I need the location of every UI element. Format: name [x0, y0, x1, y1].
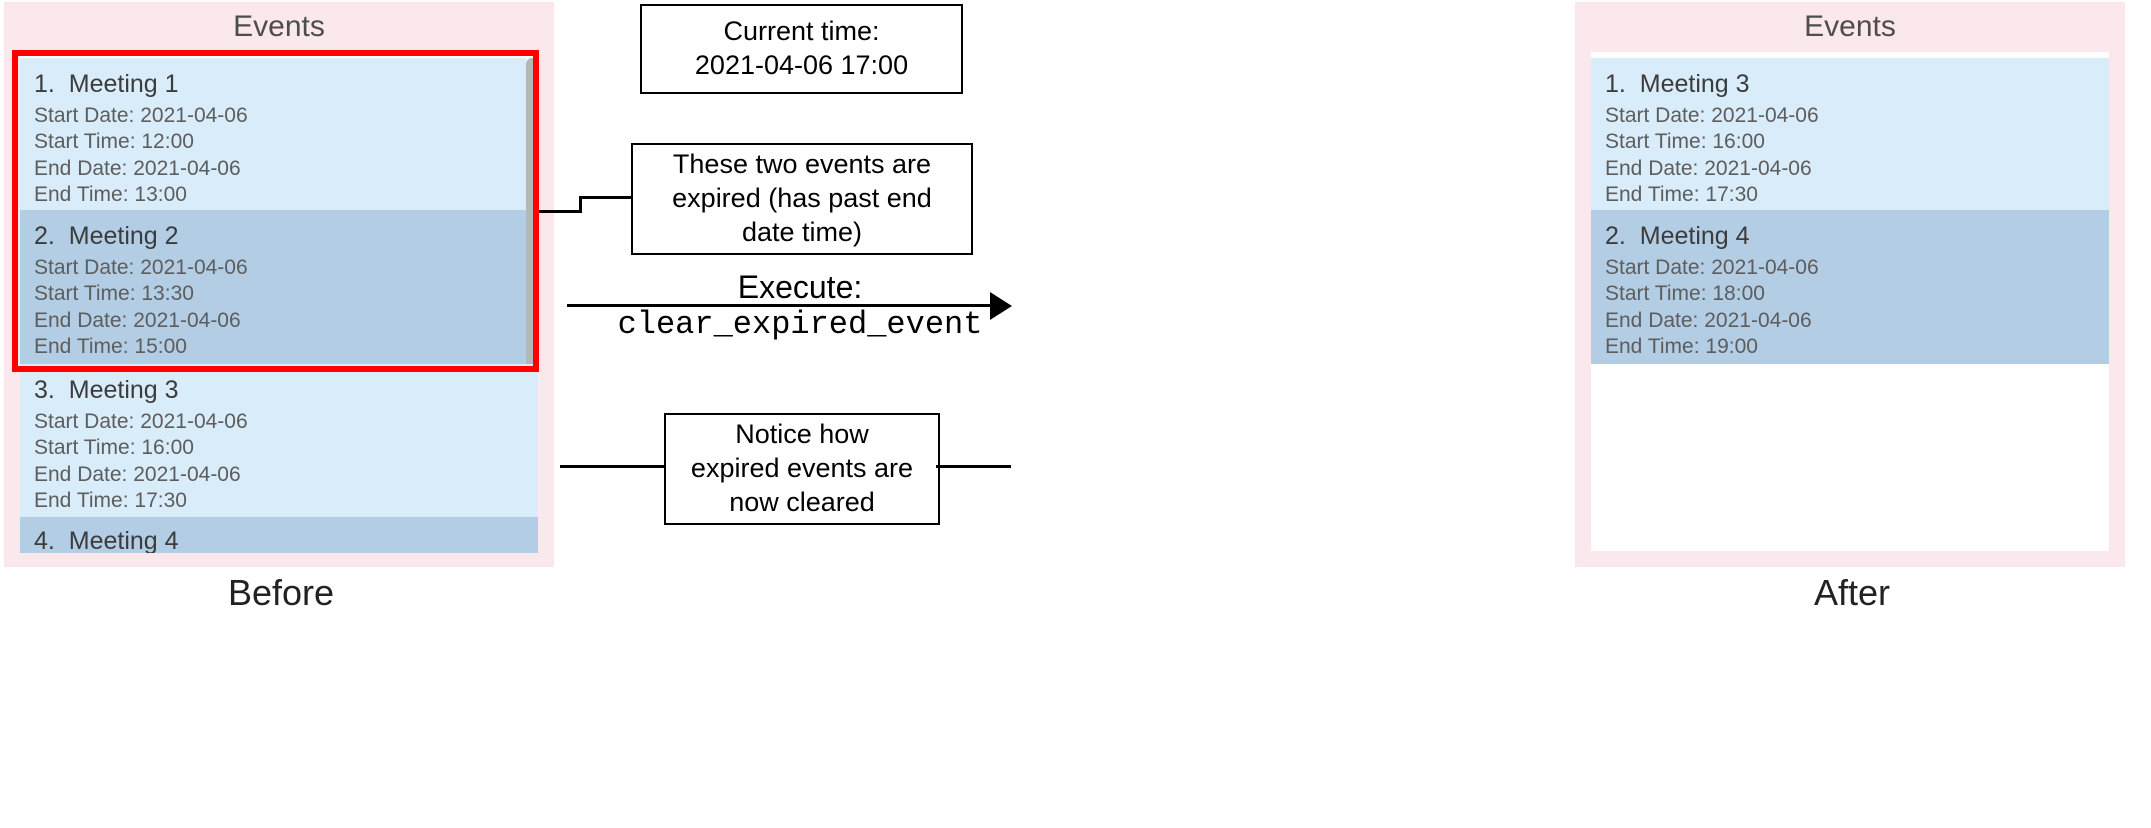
event-end-date: End Date: 2021-04-06	[34, 156, 512, 182]
event-end-date: End Date: 2021-04-06	[34, 462, 524, 488]
execute-command: clear_expired_event	[560, 306, 1040, 343]
connector-line	[579, 196, 631, 199]
current-time-value: 2021-04-06 17:00	[695, 49, 908, 83]
event-end-date: End Date: 2021-04-06	[1605, 156, 2095, 182]
event-start-time: Start Time: 13:30	[34, 281, 512, 307]
before-panel: Events 1. Meeting 1 Start Date: 2021-04-…	[4, 2, 554, 567]
event-start-date: Start Date: 2021-04-06	[34, 255, 512, 281]
event-end-time: End Time: 17:30	[34, 488, 524, 514]
before-panel-title: Events	[6, 4, 552, 50]
before-panel-body: 1. Meeting 1 Start Date: 2021-04-06 Star…	[20, 52, 538, 551]
event-start-time: Start Time: 16:00	[34, 435, 524, 461]
event-end-time: End Time: 13:00	[34, 182, 512, 208]
connector-line	[539, 210, 581, 213]
scrollbar[interactable]	[526, 58, 538, 407]
after-panel: Events 1. Meeting 3 Start Date: 2021-04-…	[1575, 2, 2125, 567]
connector-line	[560, 465, 664, 468]
event-card[interactable]: 2. Meeting 4 Start Date: 2021-04-06 Star…	[1591, 210, 2109, 364]
event-card[interactable]: 2. Meeting 2 Start Date: 2021-04-06 Star…	[20, 210, 526, 364]
event-start-time: Start Time: 12:00	[34, 129, 512, 155]
cleared-annotation-box: Notice how expired events are now cleare…	[664, 413, 940, 525]
event-title: 1. Meeting 1	[34, 70, 512, 99]
event-start-time: Start Time: 18:00	[1605, 281, 2095, 307]
event-title: 2. Meeting 4	[1605, 222, 2095, 251]
event-end-time: End Time: 19:00	[1605, 334, 2095, 360]
event-start-time: Start Time: 16:00	[1605, 129, 2095, 155]
event-start-date: Start Date: 2021-04-06	[34, 409, 524, 435]
before-caption: Before	[4, 572, 558, 614]
event-card[interactable]: 3. Meeting 3 Start Date: 2021-04-06 Star…	[20, 364, 538, 517]
connector-line	[579, 197, 582, 213]
event-title: 1. Meeting 3	[1605, 70, 2095, 99]
event-card[interactable]: 1. Meeting 3 Start Date: 2021-04-06 Star…	[1591, 58, 2109, 210]
event-end-time: End Time: 15:00	[34, 334, 512, 360]
execute-label: Execute:	[560, 269, 1040, 306]
current-time-label: Current time:	[723, 15, 879, 49]
expired-annotation-box: These two events are expired (has past e…	[631, 143, 973, 255]
after-caption: After	[1575, 572, 2129, 614]
event-end-date: End Date: 2021-04-06	[34, 308, 512, 334]
after-panel-body: 1. Meeting 3 Start Date: 2021-04-06 Star…	[1591, 52, 2109, 551]
event-card[interactable]: 4. Meeting 4	[20, 517, 538, 553]
arrow-right-icon	[990, 292, 1012, 320]
event-title: 2. Meeting 2	[34, 222, 512, 251]
event-title: 4. Meeting 4	[34, 527, 524, 553]
event-end-time: End Time: 17:30	[1605, 182, 2095, 208]
current-time-box: Current time: 2021-04-06 17:00	[640, 4, 963, 94]
event-start-date: Start Date: 2021-04-06	[34, 103, 512, 129]
event-card[interactable]: 1. Meeting 1 Start Date: 2021-04-06 Star…	[20, 58, 526, 210]
event-start-date: Start Date: 2021-04-06	[1605, 255, 2095, 281]
arrow-shaft	[567, 304, 997, 307]
event-start-date: Start Date: 2021-04-06	[1605, 103, 2095, 129]
event-title: 3. Meeting 3	[34, 376, 524, 405]
event-end-date: End Date: 2021-04-06	[1605, 308, 2095, 334]
after-panel-title: Events	[1577, 4, 2123, 50]
connector-line	[936, 465, 1011, 468]
